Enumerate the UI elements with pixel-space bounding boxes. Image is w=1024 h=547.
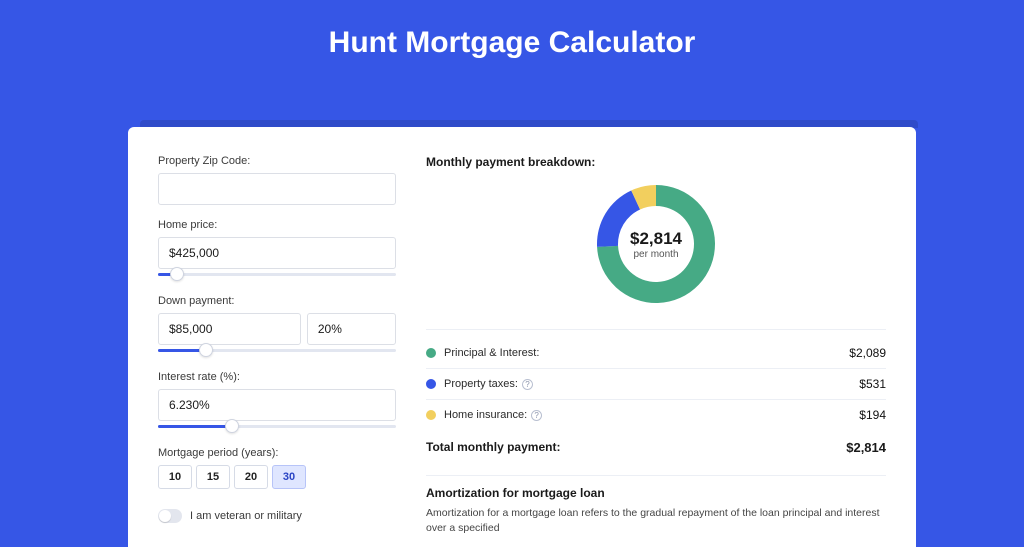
veteran-row: I am veteran or military xyxy=(158,509,396,523)
interest-rate-label: Interest rate (%): xyxy=(158,371,396,383)
breakdown-line-value: $194 xyxy=(859,408,886,422)
breakdown-line: Home insurance:? $194 xyxy=(426,400,886,430)
breakdown-line: Principal & Interest: $2,089 xyxy=(426,338,886,369)
legend-dot xyxy=(426,379,436,389)
down-payment-group: Down payment: xyxy=(158,295,396,357)
breakdown-line-label: Property taxes:? xyxy=(444,378,851,390)
donut-center: $2,814 per month xyxy=(595,183,717,305)
mortgage-period-option-10[interactable]: 10 xyxy=(158,465,192,489)
legend-dot xyxy=(426,348,436,358)
home-price-label: Home price: xyxy=(158,219,396,231)
breakdown-title: Monthly payment breakdown: xyxy=(426,155,886,169)
breakdown-lines: Principal & Interest: $2,089 Property taxe… xyxy=(426,338,886,430)
divider xyxy=(426,475,886,476)
amortization-body: Amortization for a mortgage loan refers … xyxy=(426,506,886,536)
home-price-slider[interactable] xyxy=(158,271,396,281)
breakdown-line-value: $531 xyxy=(859,377,886,391)
donut-amount: $2,814 xyxy=(630,229,682,249)
mortgage-period-option-15[interactable]: 15 xyxy=(196,465,230,489)
help-icon[interactable]: ? xyxy=(522,379,533,390)
amortization-title: Amortization for mortgage loan xyxy=(426,486,886,500)
donut-chart-wrap: $2,814 per month xyxy=(426,179,886,321)
donut-per-month: per month xyxy=(633,249,678,260)
breakdown-line: Property taxes:? $531 xyxy=(426,369,886,400)
home-price-input[interactable] xyxy=(158,237,396,269)
down-payment-amount-input[interactable] xyxy=(158,313,301,345)
zip-group: Property Zip Code: xyxy=(158,155,396,205)
divider xyxy=(426,329,886,330)
down-payment-percent-input[interactable] xyxy=(307,313,396,345)
veteran-toggle[interactable] xyxy=(158,509,182,523)
mortgage-period-group: Mortgage period (years): 10152030 xyxy=(158,447,396,489)
calculator-card: Property Zip Code: Home price: Down paym… xyxy=(128,127,916,547)
mortgage-period-option-30[interactable]: 30 xyxy=(272,465,306,489)
zip-label: Property Zip Code: xyxy=(158,155,396,167)
mortgage-period-option-20[interactable]: 20 xyxy=(234,465,268,489)
total-row: Total monthly payment: $2,814 xyxy=(426,430,886,467)
breakdown-line-value: $2,089 xyxy=(849,346,886,360)
interest-rate-slider[interactable] xyxy=(158,423,396,433)
down-payment-label: Down payment: xyxy=(158,295,396,307)
interest-rate-group: Interest rate (%): xyxy=(158,371,396,433)
mortgage-period-label: Mortgage period (years): xyxy=(158,447,396,459)
breakdown-line-label: Principal & Interest: xyxy=(444,347,841,359)
total-value: $2,814 xyxy=(846,440,886,455)
mortgage-period-options: 10152030 xyxy=(158,465,396,489)
zip-input[interactable] xyxy=(158,173,396,205)
breakdown-column: Monthly payment breakdown: $2,814 per mo… xyxy=(426,155,886,537)
total-label: Total monthly payment: xyxy=(426,440,846,455)
inputs-column: Property Zip Code: Home price: Down paym… xyxy=(158,155,396,537)
down-payment-slider[interactable] xyxy=(158,347,396,357)
donut-chart: $2,814 per month xyxy=(595,183,717,305)
page-title: Hunt Mortgage Calculator xyxy=(0,0,1024,78)
help-icon[interactable]: ? xyxy=(531,410,542,421)
breakdown-line-label: Home insurance:? xyxy=(444,409,851,421)
legend-dot xyxy=(426,410,436,420)
interest-rate-input[interactable] xyxy=(158,389,396,421)
home-price-group: Home price: xyxy=(158,219,396,281)
